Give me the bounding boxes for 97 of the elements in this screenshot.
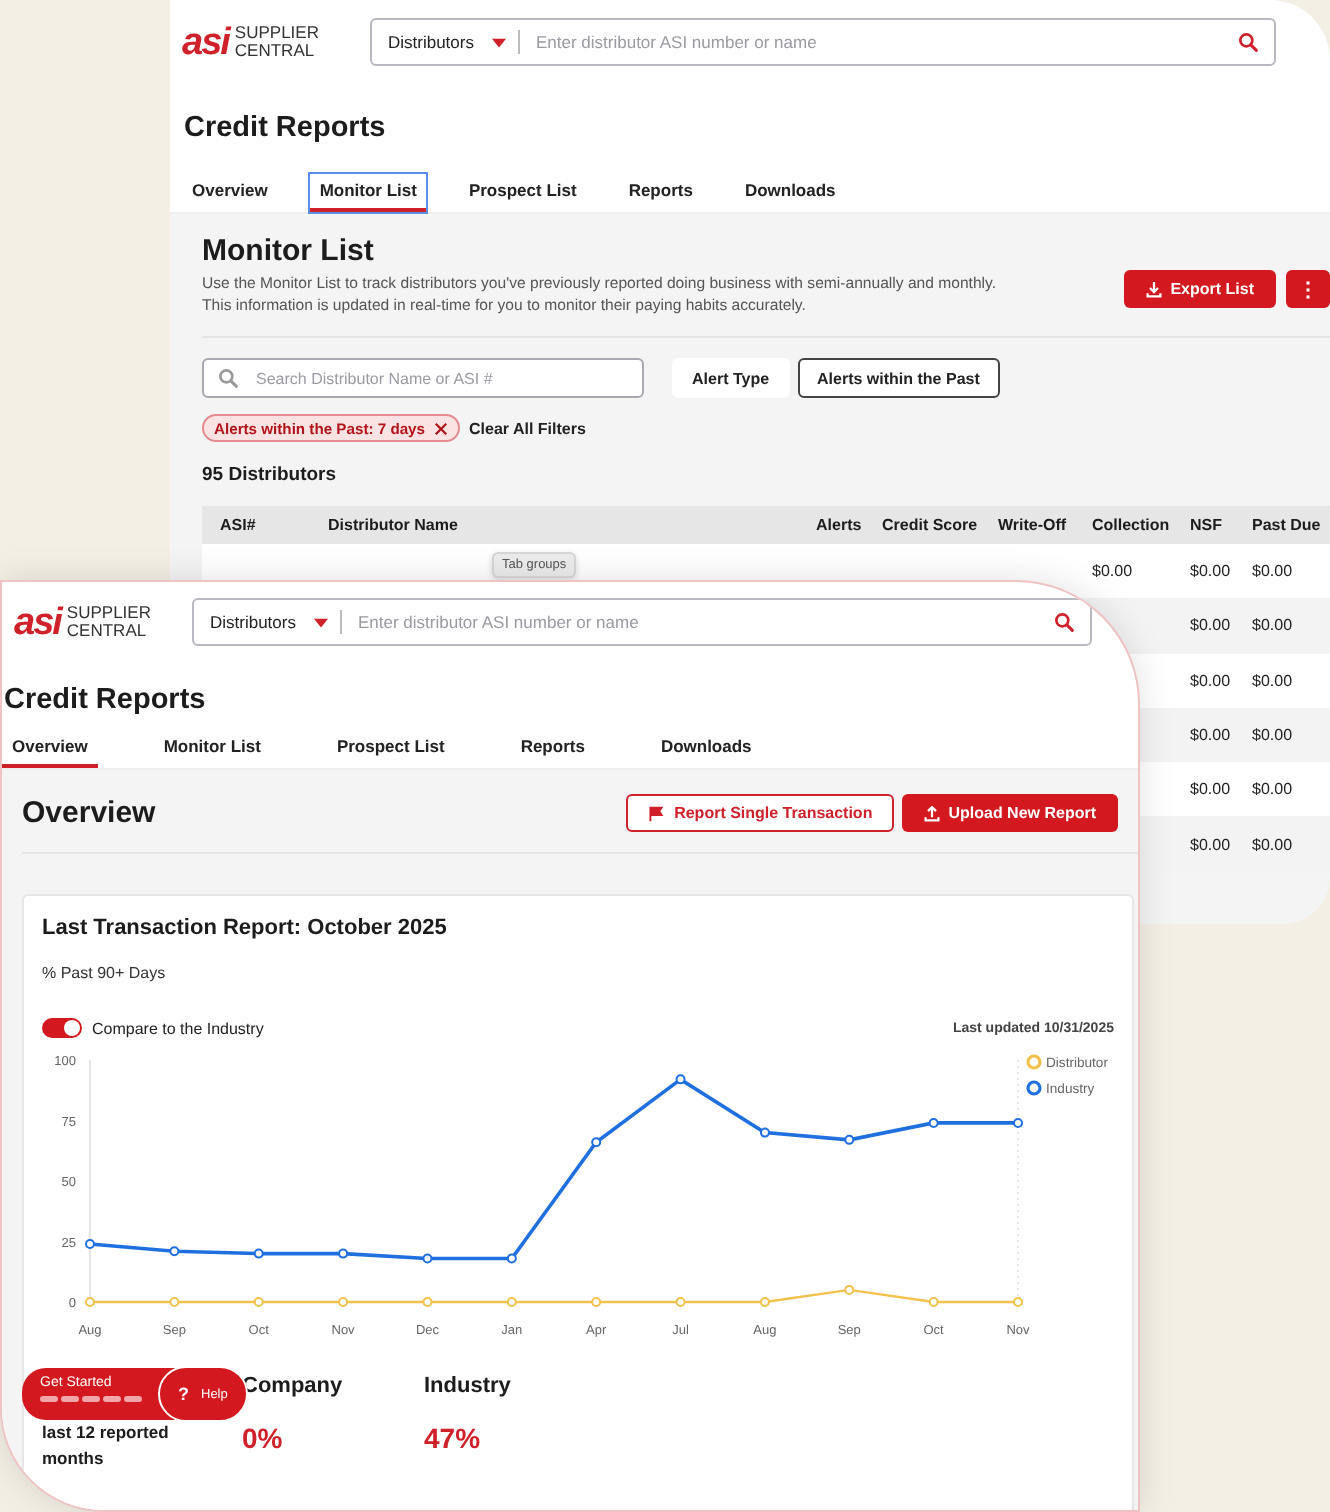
- search-input[interactable]: Enter distributor ASI number or name: [531, 30, 1238, 54]
- column-header: Collection: [1092, 516, 1172, 534]
- result-count: 95 Distributors: [202, 464, 339, 486]
- tab[interactable]: Downloads: [650, 732, 762, 768]
- filter-button[interactable]: Alerts within the Past: [797, 358, 1000, 398]
- more-button[interactable]: ⋮: [1286, 270, 1330, 308]
- filter-button[interactable]: Alert Type: [672, 358, 790, 398]
- progress-steps-icon: [40, 1396, 144, 1402]
- search-icon: [218, 368, 238, 388]
- table-cell-text: $0.00: [1190, 835, 1233, 854]
- data-point: [422, 1253, 433, 1264]
- clear-filters-link[interactable]: Clear All Filters: [469, 419, 586, 437]
- column-header: Write-Off: [998, 516, 1069, 534]
- data-point: [169, 1297, 180, 1307]
- table-cell-text: $0.00: [1190, 726, 1233, 745]
- table-cell-text: $0.00: [1252, 616, 1295, 635]
- data-point: [759, 1127, 770, 1138]
- search-icon[interactable]: [1054, 612, 1074, 632]
- data-point: [591, 1297, 602, 1307]
- column-header: Alerts: [816, 516, 864, 534]
- data-point: [928, 1117, 939, 1128]
- upload-report-button[interactable]: Upload New Report: [902, 794, 1118, 832]
- search-bar[interactable]: Distributors Enter distributor ASI number or name: [370, 18, 1276, 66]
- data-point: [338, 1297, 349, 1307]
- data-point: [169, 1246, 180, 1257]
- column-header: Distributor Name: [328, 516, 460, 534]
- table-cell-text: $0.00: [1190, 671, 1233, 690]
- data-point: [1013, 1117, 1023, 1128]
- table-cell-text: $0.00: [1190, 780, 1233, 799]
- logo-mark: asi: [182, 23, 229, 61]
- data-point: [844, 1284, 855, 1295]
- table-cell-text: $0.00: [1252, 671, 1295, 690]
- question-icon: ?: [178, 1384, 189, 1404]
- stat-value: 0%: [242, 1422, 285, 1454]
- search-bar[interactable]: Distributors Enter distributor ASI number or name: [192, 598, 1092, 646]
- data-point: [85, 1297, 95, 1307]
- logo-mark: asi: [14, 603, 61, 641]
- data-point: [338, 1248, 349, 1259]
- data-point: [85, 1238, 95, 1249]
- table-cell-text: $0.00: [1252, 562, 1295, 581]
- data-point: [844, 1134, 855, 1145]
- caret-icon: [313, 617, 328, 627]
- category-dropdown[interactable]: Distributors: [388, 32, 518, 52]
- tab[interactable]: Monitor List: [153, 732, 271, 768]
- tab[interactable]: Reports: [618, 174, 703, 212]
- tab[interactable]: Reports: [510, 732, 595, 768]
- download-icon: [1146, 281, 1163, 297]
- data-point: [506, 1253, 517, 1264]
- column-header: Credit Score: [882, 516, 980, 534]
- table-cell-text: $0.00: [1190, 562, 1233, 581]
- page-title: Credit Reports: [182, 110, 388, 148]
- search-field[interactable]: Search Distributor Name or ASI #: [202, 358, 644, 398]
- brand-name: SUPPLIER CENTRAL: [234, 24, 321, 60]
- column-header: NSF: [1190, 516, 1224, 534]
- data-point: [422, 1297, 433, 1307]
- stat-value: 47%: [424, 1422, 483, 1454]
- export-button[interactable]: Export List: [1124, 270, 1276, 308]
- search-icon[interactable]: [1238, 32, 1258, 52]
- table-cell-text: $0.00: [1252, 780, 1295, 799]
- category-dropdown[interactable]: Distributors: [210, 612, 340, 632]
- tab[interactable]: Prospect List: [326, 732, 455, 768]
- report-transaction-button[interactable]: Report Single Transaction: [626, 794, 895, 832]
- search-input[interactable]: Enter distributor ASI number or name: [353, 610, 1054, 634]
- data-point: [253, 1248, 264, 1259]
- flag-icon: [648, 805, 665, 821]
- close-icon[interactable]: [433, 421, 447, 435]
- upload-icon: [924, 805, 941, 821]
- section-heading: Monitor List: [202, 234, 376, 268]
- stats-label: last 12 reported months: [42, 1420, 171, 1472]
- toggle-switch[interactable]: [42, 1018, 82, 1038]
- search-input[interactable]: Search Distributor Name or ASI #: [252, 367, 628, 389]
- chart-subtitle: % Past 90+ Days: [42, 964, 168, 982]
- toggle-label: Compare to the Industry: [92, 1019, 266, 1037]
- stat-heading: Company: [242, 1374, 345, 1398]
- table-cell-text: $0.00: [1092, 562, 1135, 581]
- data-point: [591, 1137, 602, 1148]
- data-point: [675, 1297, 686, 1307]
- data-point: [506, 1297, 517, 1307]
- page-title: Credit Reports: [2, 682, 208, 720]
- table-cell-text: $0.00: [1252, 835, 1295, 854]
- tab[interactable]: Downloads: [734, 174, 846, 212]
- data-point: [675, 1074, 686, 1085]
- data-point: [759, 1297, 770, 1307]
- brand-name: SUPPLIER CENTRAL: [66, 604, 153, 640]
- stat-heading: Industry: [424, 1374, 513, 1398]
- card-title: Last Transaction Report: October 2025: [42, 916, 449, 940]
- tab[interactable]: Prospect List: [458, 174, 587, 212]
- table-cell-text: $0.00: [1252, 726, 1295, 745]
- tab[interactable]: Overview: [182, 174, 278, 212]
- column-header: Past Due: [1252, 516, 1323, 534]
- caret-icon: [491, 37, 506, 47]
- table-cell-text: $0.00: [1190, 616, 1233, 635]
- column-header: ASI#: [220, 516, 258, 534]
- data-point: [928, 1297, 939, 1307]
- data-point: [1013, 1297, 1023, 1307]
- section-heading: Overview: [22, 796, 158, 830]
- data-point: [253, 1297, 264, 1307]
